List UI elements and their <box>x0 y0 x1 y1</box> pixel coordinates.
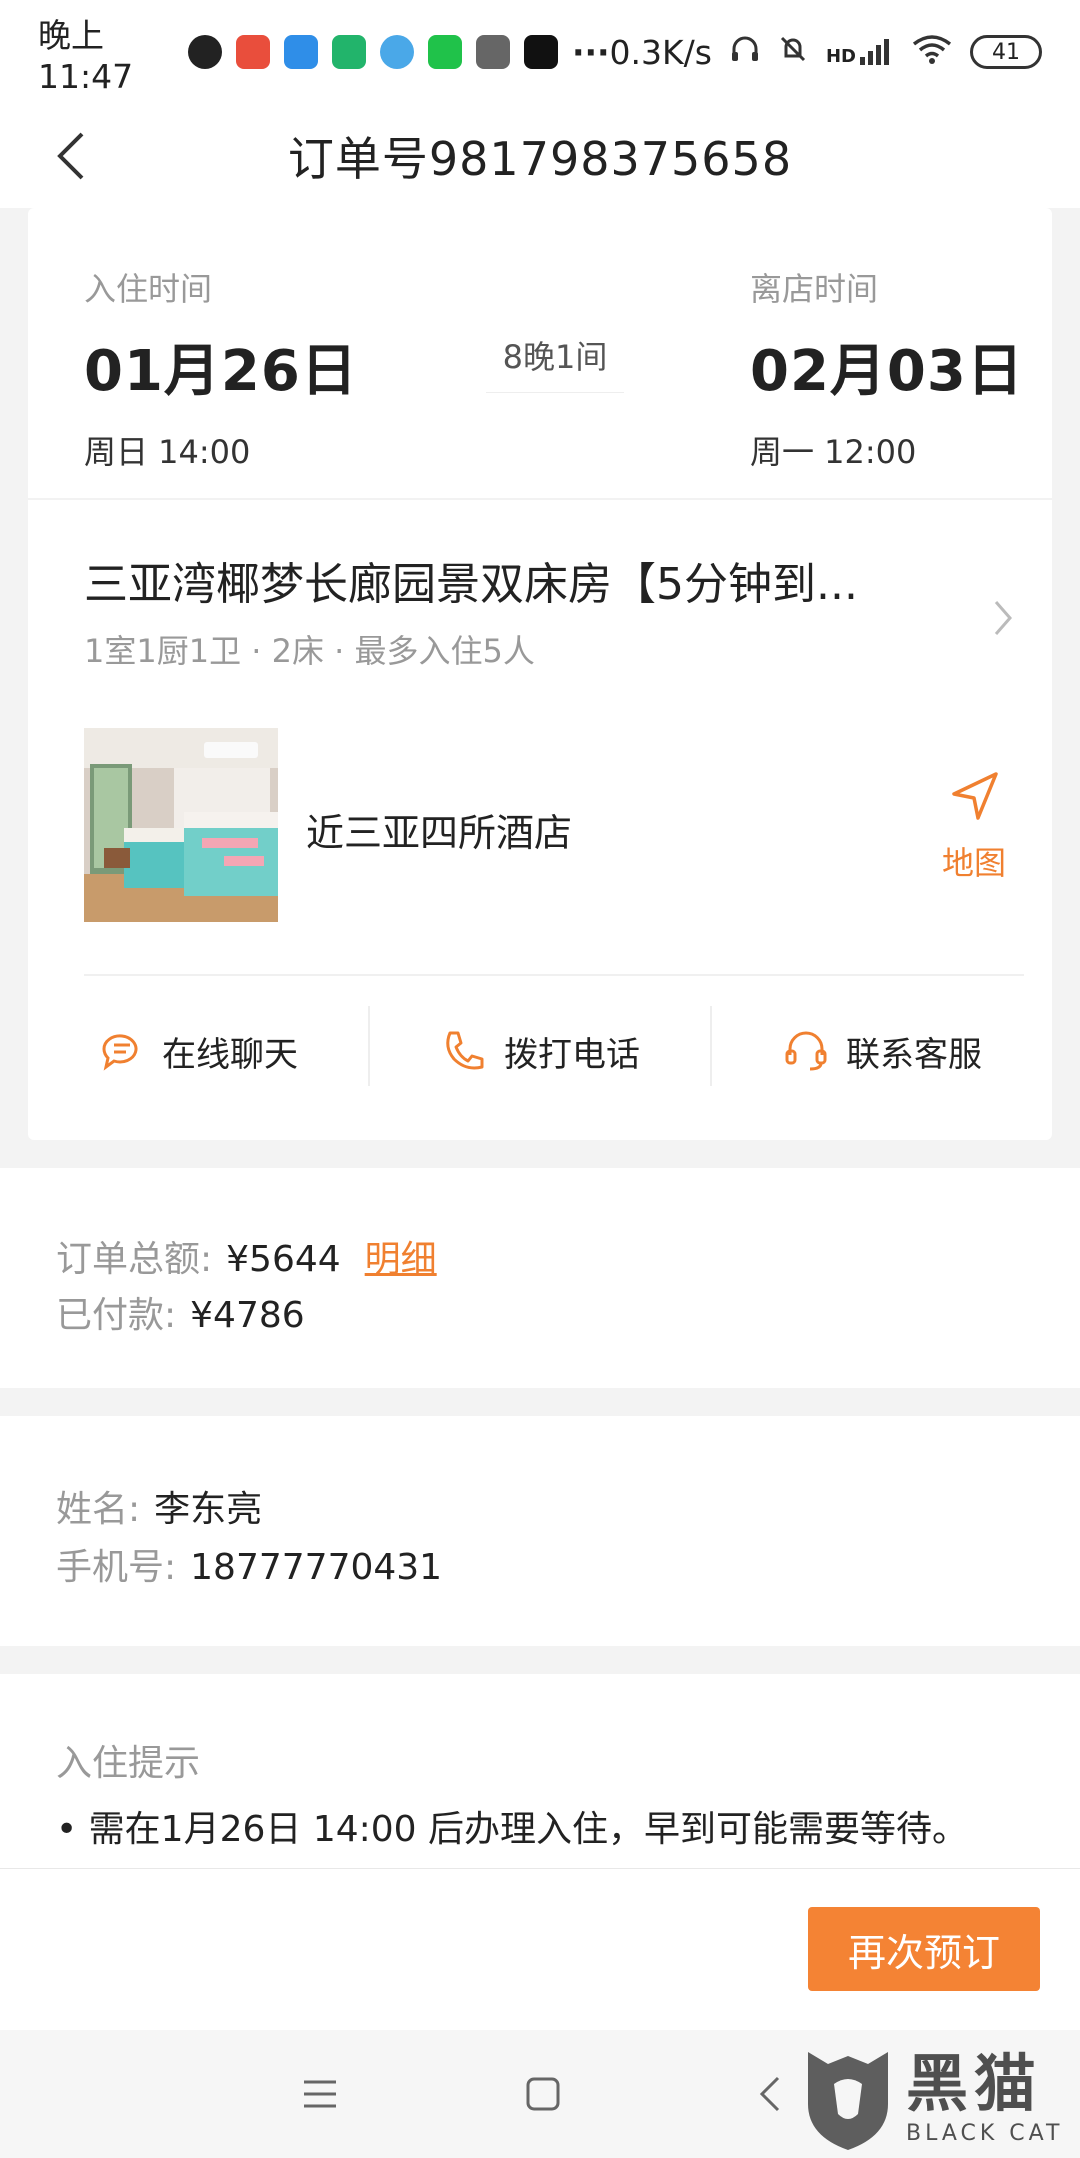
stay-dates: 入住时间 01月26日 周日 14:00 8晚1间 离店时间 02月03日 周一… <box>28 208 1052 498</box>
video-app-icon <box>331 35 366 69</box>
payment-section: 订单总额: ¥5644 明细 已付款: ¥4786 <box>0 1168 1080 1388</box>
rebook-button[interactable]: 再次预订 <box>808 1907 1040 1991</box>
guest-name-row: 姓名: 李东亮 <box>56 1480 262 1532</box>
guest-name-label: 姓名: <box>56 1489 141 1530</box>
order-detail-screen: 晚上11:47 ··· 0.3K/s HD 41 订单号981798375658… <box>0 0 1080 2158</box>
checkout-date: 02月03日 <box>750 339 1024 404</box>
phone-icon <box>446 1031 484 1070</box>
network-type: HD <box>825 46 856 67</box>
paid-value: ¥4786 <box>190 1295 305 1336</box>
bottom-action-bar: 再次预订 <box>0 1868 1080 2030</box>
tips-title: 入住提示 <box>56 1743 201 1784</box>
order-total-value: ¥5644 <box>226 1239 341 1280</box>
checkin-tips-section: 入住提示 • 需在1月26日 14:00 后办理入住，早到可能需要等待。 <box>0 1674 1080 1874</box>
chat-icon <box>102 1034 138 1071</box>
browser-icon <box>379 35 414 69</box>
guest-name-value: 李东亮 <box>154 1489 263 1530</box>
price-detail-link[interactable]: 明细 <box>365 1239 437 1280</box>
headphone-icon <box>730 33 760 72</box>
home-square-icon <box>526 2077 560 2111</box>
douyin-icon <box>523 35 558 69</box>
page-title: 订单号981798375658 <box>287 132 793 186</box>
message-app-icon <box>283 35 318 69</box>
contact-actions: 在线聊天 拨打电话 联系客服 <box>28 976 1052 1126</box>
system-back-button[interactable] <box>742 2066 798 2122</box>
order-total-row: 订单总额: ¥5644 明细 <box>56 1230 437 1282</box>
online-chat-label: 在线聊天 <box>162 1034 298 1075</box>
status-time: 晚上11:47 <box>38 15 134 96</box>
hotel-location: 近三亚四所酒店 <box>306 811 573 855</box>
map-button[interactable]: 地图 <box>924 768 1024 884</box>
online-chat-button[interactable]: 在线聊天 <box>28 976 368 1126</box>
customer-service-label: 联系客服 <box>846 1034 982 1075</box>
tips-item: • 需在1月26日 14:00 后办理入住，早到可能需要等待。 <box>56 1809 969 1850</box>
notification-icons: ··· <box>187 32 610 72</box>
more-dots-icon: ··· <box>571 32 610 72</box>
room-title: 三亚湾椰梦长廊园景双床房【5分钟到... <box>84 559 858 610</box>
status-right: 0.3K/s HD 41 <box>610 33 1042 72</box>
divider <box>28 498 1052 500</box>
call-button[interactable]: 拨打电话 <box>370 976 710 1126</box>
cat-shield-logo <box>808 2052 888 2150</box>
map-label: 地图 <box>941 844 1006 882</box>
order-total-label: 订单总额: <box>56 1239 213 1280</box>
customer-service-button[interactable]: 联系客服 <box>712 976 1052 1126</box>
paid-label: 已付款: <box>56 1295 177 1336</box>
guest-info-section: 姓名: 李东亮 手机号: 18777770431 <box>0 1416 1080 1646</box>
mi-icon <box>475 35 510 69</box>
paid-row: 已付款: ¥4786 <box>56 1286 305 1338</box>
room-photo[interactable] <box>84 728 278 922</box>
network-speed: 0.3K/s <box>609 32 712 72</box>
back-triangle-icon <box>759 2076 780 2112</box>
watermark-text: 黑猫 BLACK CAT <box>906 2046 1064 2146</box>
navigation-arrow-icon <box>952 772 998 820</box>
baidu-icon <box>235 35 270 69</box>
iqiyi-icon <box>427 35 462 69</box>
checkout-label: 离店时间 <box>750 270 879 308</box>
black-cat-watermark: 黑猫 BLACK CAT <box>800 2040 1080 2158</box>
hotel-row: 近三亚四所酒店 地图 <box>84 728 1024 922</box>
headset-icon <box>785 1031 827 1071</box>
menu-button[interactable] <box>292 2066 348 2122</box>
checkout-block: 离店时间 02月03日 周一 12:00 <box>750 264 1024 473</box>
wifi-icon <box>912 33 952 72</box>
checkin-label: 入住时间 <box>84 270 213 308</box>
guest-phone-value: 18777770431 <box>190 1547 443 1588</box>
watermark-en: BLACK CAT <box>906 2120 1064 2146</box>
checkin-block: 入住时间 01月26日 周日 14:00 <box>84 264 358 473</box>
watermark-cn: 黑猫 <box>906 2046 1043 2120</box>
checkin-time: 周日 14:00 <box>84 433 251 471</box>
battery-indicator: 41 <box>970 35 1042 69</box>
checkin-date: 01月26日 <box>84 339 358 404</box>
status-bar: 晚上11:47 ··· 0.3K/s HD 41 <box>0 0 1080 104</box>
signal-icon: HD <box>826 37 894 67</box>
qq-icon <box>187 35 222 69</box>
page-header: 订单号981798375658 <box>0 104 1080 208</box>
mute-bell-icon <box>778 33 808 72</box>
nights-count: 8晚1间 <box>486 332 624 393</box>
booking-card: 入住时间 01月26日 周日 14:00 8晚1间 离店时间 02月03日 周一… <box>28 208 1052 1140</box>
home-button[interactable] <box>515 2066 571 2122</box>
chevron-right-icon <box>994 601 1012 635</box>
guest-phone-label: 手机号: <box>56 1547 177 1588</box>
back-button[interactable] <box>40 126 100 186</box>
room-info-link[interactable]: 三亚湾椰梦长廊园景双床房【5分钟到... 1室1厨1卫 · 2床 · 最多入住5… <box>84 548 1024 670</box>
room-subtitle: 1室1厨1卫 · 2床 · 最多入住5人 <box>84 632 535 670</box>
call-label: 拨打电话 <box>504 1034 640 1075</box>
menu-icon <box>304 2080 336 2108</box>
checkout-time: 周一 12:00 <box>750 433 917 471</box>
chevron-left-icon <box>57 132 84 180</box>
guest-phone-row: 手机号: 18777770431 <box>56 1538 442 1590</box>
